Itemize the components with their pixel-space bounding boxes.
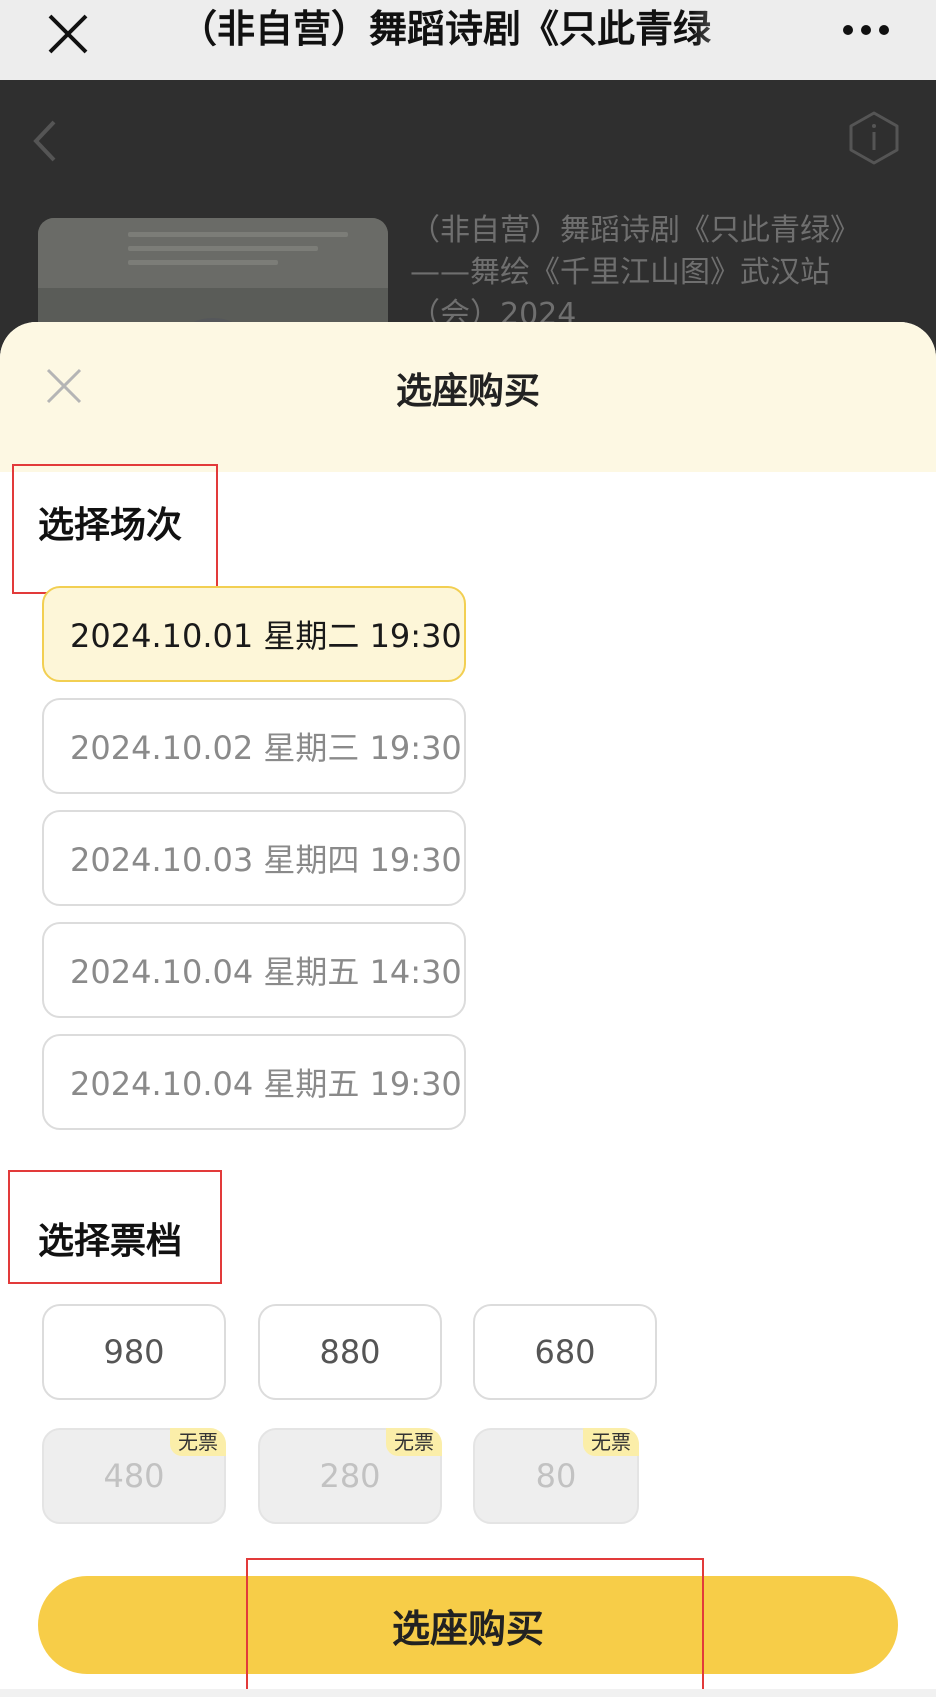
price-option-980[interactable]: 980 bbox=[42, 1304, 226, 1400]
info-icon[interactable] bbox=[848, 110, 900, 166]
back-icon[interactable] bbox=[30, 116, 60, 166]
sheet-title: 选座购买 bbox=[395, 371, 540, 412]
price-option-280[interactable]: 280 无票 bbox=[258, 1428, 442, 1524]
session-option-1[interactable]: 2024.10.01 星期二 19:30 bbox=[42, 586, 466, 682]
price-label: 680 bbox=[534, 1333, 596, 1371]
annotation-box-price-title bbox=[8, 1170, 222, 1284]
sheet-header: 选座购买 bbox=[0, 322, 936, 472]
price-option-80[interactable]: 80 无票 bbox=[473, 1428, 639, 1524]
annotation-box-session-title bbox=[12, 464, 218, 594]
sold-out-badge: 无票 bbox=[386, 1428, 442, 1456]
session-option-2[interactable]: 2024.10.02 星期三 19:30 bbox=[42, 698, 466, 794]
seat-selection-sheet: 选座购买 选择场次 2024.10.01 星期二 19:30 2024.10.0… bbox=[0, 322, 936, 1697]
session-option-4[interactable]: 2024.10.04 星期五 14:30 bbox=[42, 922, 466, 1018]
sold-out-badge: 无票 bbox=[583, 1428, 639, 1456]
bottom-edge bbox=[0, 1689, 936, 1697]
price-option-680[interactable]: 680 bbox=[473, 1304, 657, 1400]
price-label: 980 bbox=[103, 1333, 165, 1371]
sold-out-badge: 无票 bbox=[170, 1428, 226, 1456]
price-label: 80 bbox=[535, 1457, 577, 1495]
page-title: （非自营）舞蹈诗剧《只此青绿 bbox=[178, 7, 711, 51]
session-option-3[interactable]: 2024.10.03 星期四 19:30 bbox=[42, 810, 466, 906]
close-icon[interactable] bbox=[40, 6, 96, 62]
annotation-box-buy-button bbox=[246, 1558, 704, 1696]
more-icon[interactable] bbox=[836, 10, 896, 50]
top-nav-bar: （非自营）舞蹈诗剧《只此青绿 bbox=[0, 0, 936, 80]
session-option-5[interactable]: 2024.10.04 星期五 19:30 bbox=[42, 1034, 466, 1130]
price-label: 480 bbox=[103, 1457, 165, 1495]
price-label: 880 bbox=[319, 1333, 381, 1371]
show-title: （非自营）舞蹈诗剧《只此青绿》——舞绘《千里江山图》武汉站（会）2024 bbox=[410, 213, 860, 332]
price-option-880[interactable]: 880 bbox=[258, 1304, 442, 1400]
price-option-480[interactable]: 480 无票 bbox=[42, 1428, 226, 1524]
price-label: 280 bbox=[319, 1457, 381, 1495]
